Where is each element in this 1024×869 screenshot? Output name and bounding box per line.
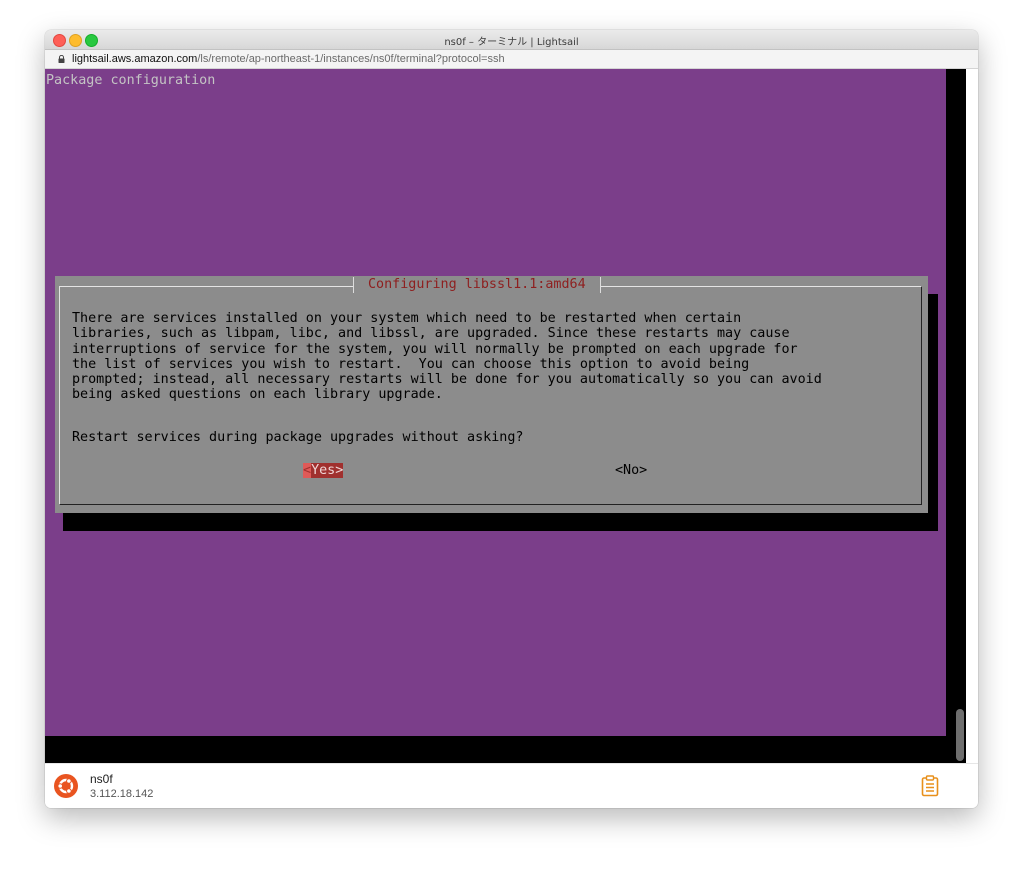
yes-button-cursor: < bbox=[303, 463, 312, 478]
yes-button[interactable]: <Yes> bbox=[303, 463, 344, 478]
scrollbar-thumb[interactable] bbox=[956, 709, 964, 761]
no-button[interactable]: <No> bbox=[615, 463, 647, 478]
url-text[interactable]: lightsail.aws.amazon.com/ls/remote/ap-no… bbox=[72, 53, 505, 65]
url-host: lightsail.aws.amazon.com bbox=[72, 53, 198, 65]
dialog-question: Restart services during package upgrades… bbox=[72, 430, 524, 445]
browser-window: ns0f – ターミナル | Lightsail lightsail.aws.a… bbox=[45, 30, 978, 808]
dialog-message: There are services installed on your sys… bbox=[72, 311, 822, 403]
config-dialog: Configuring libssl1.1:amd64 There are se… bbox=[55, 276, 928, 513]
lock-icon bbox=[58, 55, 65, 63]
dialog-title: Configuring libssl1.1:amd64 bbox=[353, 277, 601, 293]
title-bar: ns0f – ターミナル | Lightsail bbox=[45, 30, 978, 50]
address-bar[interactable]: lightsail.aws.amazon.com/ls/remote/ap-no… bbox=[45, 50, 978, 69]
instance-name: ns0f bbox=[90, 772, 113, 786]
clipboard-icon[interactable] bbox=[921, 775, 939, 797]
terminal-screen[interactable]: Package configuration Configuring libssl… bbox=[45, 69, 946, 736]
window-title: ns0f – ターミナル | Lightsail bbox=[444, 37, 579, 48]
yes-button-label: Yes> bbox=[311, 463, 344, 478]
url-path: /ls/remote/ap-northeast-1/instances/ns0f… bbox=[197, 53, 505, 65]
terminal-area[interactable]: Package configuration Configuring libssl… bbox=[45, 69, 966, 763]
ubuntu-icon bbox=[54, 774, 78, 798]
terminal-scrollbar[interactable] bbox=[954, 69, 966, 763]
instance-status-bar: ns0f 3.112.18.142 bbox=[45, 763, 978, 808]
package-configuration-heading: Package configuration bbox=[46, 73, 216, 88]
instance-ip: 3.112.18.142 bbox=[90, 788, 154, 800]
